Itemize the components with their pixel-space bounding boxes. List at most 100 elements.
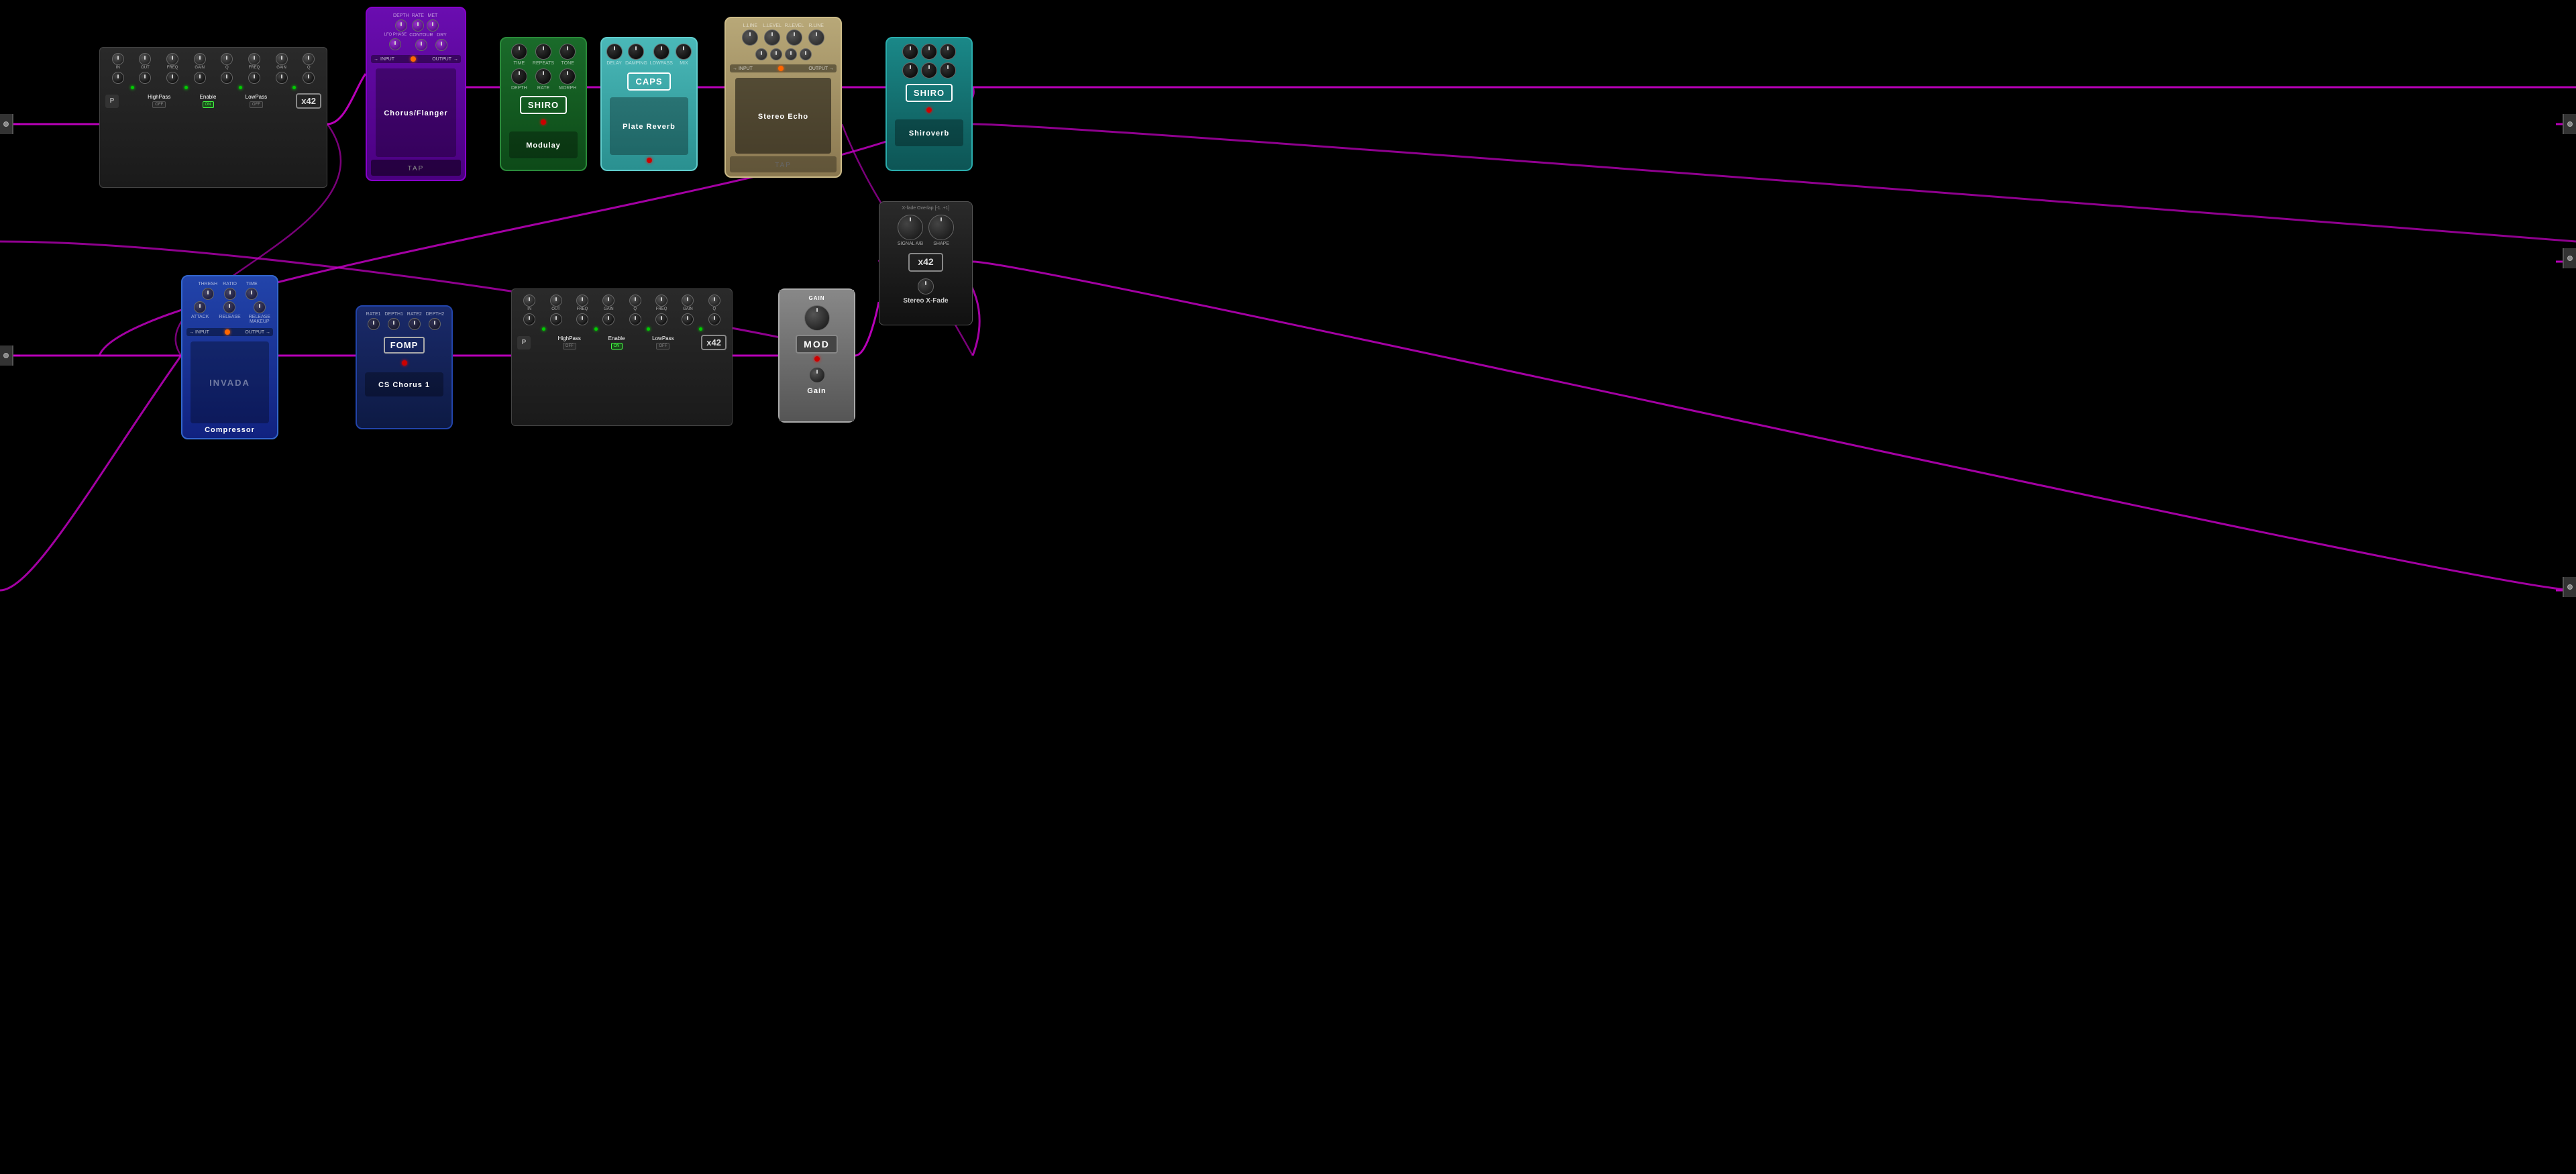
echo-knob-4[interactable] — [800, 48, 812, 60]
rate1-knob[interactable] — [368, 318, 380, 330]
sv-knob-5[interactable] — [921, 62, 937, 78]
thresh-knob[interactable] — [202, 288, 214, 300]
rate2-knob[interactable] — [409, 318, 421, 330]
knob[interactable] — [139, 72, 151, 84]
bk9[interactable] — [517, 313, 541, 325]
bk2[interactable]: OUT — [543, 295, 568, 311]
depth-knob[interactable] — [395, 19, 407, 32]
knob-group[interactable]: FREQ — [241, 53, 267, 70]
knob-group[interactable]: GAIN — [187, 53, 213, 70]
highpass-off-btn[interactable]: OFF — [152, 101, 166, 108]
bk13[interactable] — [623, 313, 647, 325]
knob-group-2[interactable] — [241, 72, 267, 84]
b-lowpass-off-btn[interactable]: OFF — [656, 343, 669, 350]
knob-group[interactable]: GAIN — [269, 53, 294, 70]
bk5-knob[interactable] — [629, 295, 641, 307]
time-knob-c[interactable] — [246, 288, 258, 300]
knob-group-2[interactable] — [133, 72, 158, 84]
bk8-knob[interactable] — [708, 295, 720, 307]
delay-knob[interactable] — [606, 44, 623, 60]
bk7[interactable]: GAIN — [676, 295, 700, 311]
echo-knob-3[interactable] — [785, 48, 797, 60]
b-highpass-off-btn[interactable]: OFF — [563, 343, 576, 350]
knob[interactable] — [139, 53, 151, 65]
knob[interactable] — [166, 72, 178, 84]
knob[interactable] — [194, 72, 206, 84]
bk6[interactable]: FREQ — [649, 295, 674, 311]
knob-group[interactable]: FREQ — [160, 53, 185, 70]
xfade-bottom-knob[interactable] — [918, 278, 934, 295]
bk4-knob[interactable] — [602, 295, 614, 307]
cs-chorus-stomp[interactable]: CS Chorus 1 — [365, 372, 443, 396]
knob-group-2[interactable] — [296, 72, 321, 84]
knob[interactable] — [248, 53, 260, 65]
bk1-knob[interactable] — [523, 295, 535, 307]
gain-bottom-knob[interactable] — [809, 367, 825, 383]
llevel-knob[interactable] — [764, 30, 780, 46]
echo-knob-2[interactable] — [770, 48, 782, 60]
knob-group[interactable]: Q — [215, 53, 240, 70]
bk12-knob[interactable] — [602, 313, 614, 325]
sv-knob-4[interactable] — [902, 62, 918, 78]
b-enable-on-btn[interactable]: ON — [611, 343, 623, 350]
release-knob[interactable] — [223, 301, 235, 313]
repeats-knob[interactable] — [535, 44, 551, 60]
plate-reverb-stomp[interactable]: Plate Reverb — [610, 97, 688, 155]
bk15[interactable] — [676, 313, 700, 325]
knob[interactable] — [276, 53, 288, 65]
knob-group[interactable]: IN — [105, 53, 131, 70]
bk14[interactable] — [649, 313, 674, 325]
bk14-knob[interactable] — [655, 313, 667, 325]
knob[interactable] — [221, 72, 233, 84]
met-knob[interactable] — [427, 19, 439, 32]
mix-knob[interactable] — [676, 44, 692, 60]
ratio-knob[interactable] — [224, 288, 236, 300]
shape-knob[interactable] — [928, 215, 954, 240]
time-knob[interactable] — [511, 44, 527, 60]
depth1-knob[interactable] — [388, 318, 400, 330]
echo-knob-1[interactable] — [755, 48, 767, 60]
bk1[interactable]: IN — [517, 295, 541, 311]
bk13-knob[interactable] — [629, 313, 641, 325]
bk11-knob[interactable] — [576, 313, 588, 325]
bk16-knob[interactable] — [708, 313, 720, 325]
rlevel-knob[interactable] — [786, 30, 802, 46]
knob[interactable] — [248, 72, 260, 84]
bk10-knob[interactable] — [550, 313, 562, 325]
bk5[interactable]: Q — [623, 295, 647, 311]
bk4[interactable]: GAIN — [596, 295, 621, 311]
modulay-stomp[interactable]: Modulay — [509, 131, 578, 158]
knob[interactable] — [166, 53, 178, 65]
knob-group-2[interactable] — [187, 72, 213, 84]
depth-knob-m[interactable] — [511, 68, 527, 85]
bk2-knob[interactable] — [550, 295, 562, 307]
rline-knob[interactable] — [808, 30, 824, 46]
echo-tap-area[interactable]: TAP — [730, 156, 837, 172]
knob[interactable] — [303, 72, 315, 84]
sv-knob-1[interactable] — [902, 44, 918, 60]
contour-knob[interactable] — [415, 39, 427, 51]
knob-group[interactable]: Q — [296, 53, 321, 70]
makeup-knob[interactable] — [254, 301, 266, 313]
bk3-knob[interactable] — [576, 295, 588, 307]
knob[interactable] — [112, 53, 124, 65]
knob[interactable] — [303, 53, 315, 65]
stereo-echo-stomp[interactable]: Stereo Echo — [735, 78, 831, 154]
compressor-stomp[interactable]: INVADA — [191, 341, 268, 423]
knob-group[interactable]: OUT — [133, 53, 158, 70]
damping-knob[interactable] — [628, 44, 644, 60]
sv-knob-6[interactable] — [940, 62, 956, 78]
lowpass-knob[interactable] — [653, 44, 669, 60]
lowpass-off-btn[interactable]: OFF — [250, 101, 263, 108]
knob[interactable] — [194, 53, 206, 65]
bk3[interactable]: FREQ — [570, 295, 594, 311]
sv-knob-2[interactable] — [921, 44, 937, 60]
rate-knob-m[interactable] — [535, 68, 551, 85]
gain-main-knob[interactable] — [804, 305, 830, 331]
signal-ab-knob[interactable] — [898, 215, 923, 240]
lfophase-knob[interactable] — [389, 38, 401, 50]
chorus-stomp[interactable]: Chorus/Flanger — [376, 68, 457, 157]
bk12[interactable] — [596, 313, 621, 325]
knob-group-2[interactable] — [160, 72, 185, 84]
bk10[interactable] — [543, 313, 568, 325]
